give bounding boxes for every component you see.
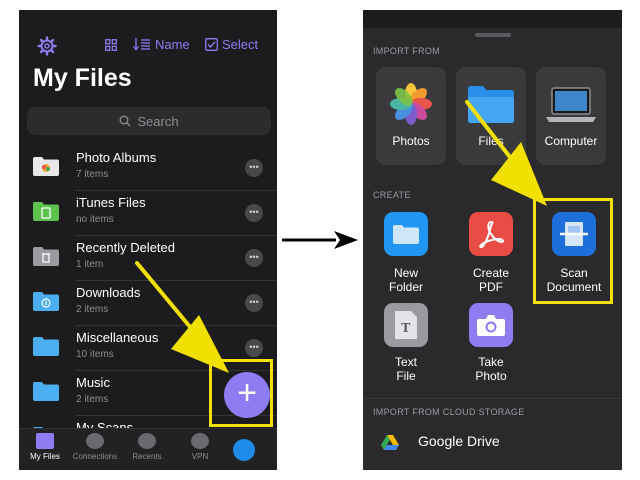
sort-icon	[133, 38, 150, 51]
import-photos-button[interactable]: Photos	[376, 67, 446, 165]
more-options-icon[interactable]: •••	[245, 339, 263, 357]
tab-label: My Files	[30, 452, 60, 461]
new-folder-button[interactable]: New Folder	[384, 212, 428, 302]
tile-label-line1: Take	[478, 355, 504, 369]
file-name: Photo Albums	[76, 150, 157, 165]
grid-view-icon[interactable]	[105, 39, 117, 51]
trash-folder-icon	[33, 247, 59, 266]
yellow-arrow-icon	[135, 261, 229, 373]
my-files-screen: Name Select My Files Search Photo Albums…	[19, 10, 277, 470]
tile-label-line1: Scan	[560, 266, 588, 280]
tile-label: Photos	[392, 134, 430, 148]
tab-connections[interactable]: Connections	[69, 433, 121, 461]
select-label: Select	[222, 37, 259, 52]
sheet-backdrop	[363, 10, 622, 28]
file-count: 7 items	[76, 169, 109, 180]
tile-label-line1: Create	[472, 266, 510, 280]
tile-label-line2: Photo	[475, 369, 507, 383]
gear-icon[interactable]	[37, 36, 57, 56]
list-item[interactable]: Photo Albums 7 items •••	[19, 146, 277, 191]
tile-label-line2: File	[396, 369, 416, 383]
tile-label: Take Photo	[451, 355, 531, 383]
folder-tab-icon	[36, 433, 54, 449]
more-options-icon[interactable]: •••	[245, 159, 263, 177]
text-file-icon: T	[384, 303, 428, 347]
divider	[363, 398, 622, 399]
file-count: 2 items	[76, 304, 109, 315]
file-count: 2 items	[76, 394, 109, 405]
page-title: My Files	[33, 64, 132, 92]
compass-icon[interactable]	[233, 439, 255, 461]
wifi-icon	[86, 433, 104, 449]
sort-label: Name	[155, 37, 190, 52]
tile-label-line1: Text	[394, 355, 417, 369]
more-options-icon[interactable]: •••	[245, 249, 263, 267]
scan-document-button[interactable]: Scan Document	[547, 212, 601, 302]
tile-label: Text File	[366, 355, 446, 383]
tile-label: Scan Document	[534, 266, 614, 294]
shield-icon	[191, 433, 209, 449]
right-arrow-icon	[282, 231, 358, 249]
top-toolbar: Name Select	[19, 36, 277, 56]
google-drive-icon	[381, 435, 399, 450]
more-options-icon[interactable]: •••	[245, 204, 263, 222]
itunes-folder-icon	[33, 202, 59, 221]
text-file-button[interactable]: T Text File	[384, 303, 428, 393]
import-section-header: IMPORT FROM	[373, 46, 440, 56]
folder-icon	[33, 337, 59, 356]
svg-text:T: T	[401, 321, 411, 336]
yellow-arrow-icon	[465, 100, 547, 206]
tab-recents[interactable]: Recents	[121, 433, 173, 461]
tile-label-line2: PDF	[479, 280, 503, 294]
search-placeholder: Search	[137, 113, 179, 129]
scan-icon	[552, 212, 596, 256]
google-drive-label: Google Drive	[418, 433, 500, 449]
photos-folder-icon	[33, 157, 59, 176]
cloud-section-header: IMPORT FROM CLOUD STORAGE	[373, 407, 525, 417]
new-folder-icon	[384, 212, 428, 256]
create-pdf-button[interactable]: Create PDF	[469, 212, 513, 302]
tab-label: VPN	[191, 452, 209, 461]
create-section-header: CREATE	[373, 190, 411, 200]
search-icon	[119, 115, 131, 127]
tab-label: Recents	[132, 452, 162, 461]
tab-bar: My Files Connections Recents VPN	[19, 428, 277, 470]
camera-icon	[469, 303, 513, 347]
tab-my-files[interactable]: My Files	[19, 433, 71, 461]
laptop-icon	[546, 87, 596, 122]
tile-label-line2: Folder	[388, 280, 423, 294]
pdf-icon	[469, 212, 513, 256]
google-drive-button[interactable]: Google Drive	[363, 428, 622, 458]
tile-label: Create PDF	[451, 266, 531, 294]
sheet-grabber[interactable]	[475, 33, 511, 37]
file-count: 10 items	[76, 349, 114, 360]
take-photo-button[interactable]: Take Photo	[469, 303, 513, 393]
sort-button[interactable]: Name	[133, 37, 190, 52]
more-options-icon[interactable]: •••	[245, 294, 263, 312]
select-button[interactable]: Select	[205, 37, 258, 52]
file-name: iTunes Files	[76, 195, 146, 210]
file-count: no items	[76, 214, 114, 225]
file-count: 1 item	[76, 259, 104, 270]
search-input[interactable]: Search	[27, 107, 271, 135]
tile-label-line2: Document	[546, 280, 602, 294]
downloads-folder-icon	[33, 292, 59, 311]
file-name: Music	[76, 375, 110, 390]
tab-vpn[interactable]: VPN	[174, 433, 226, 461]
photos-icon	[390, 83, 432, 125]
tab-label: Connections	[72, 452, 118, 461]
file-name: Recently Deleted	[76, 240, 175, 255]
tile-label: New Folder	[366, 266, 446, 294]
add-sheet-screen: IMPORT FROM Photos Files Computer CREATE…	[363, 10, 622, 470]
folder-icon	[33, 382, 59, 401]
list-item[interactable]: iTunes Files no items •••	[19, 191, 277, 236]
checkbox-icon	[205, 38, 218, 51]
clock-icon	[138, 433, 156, 449]
tile-label-line1: New	[393, 266, 418, 280]
